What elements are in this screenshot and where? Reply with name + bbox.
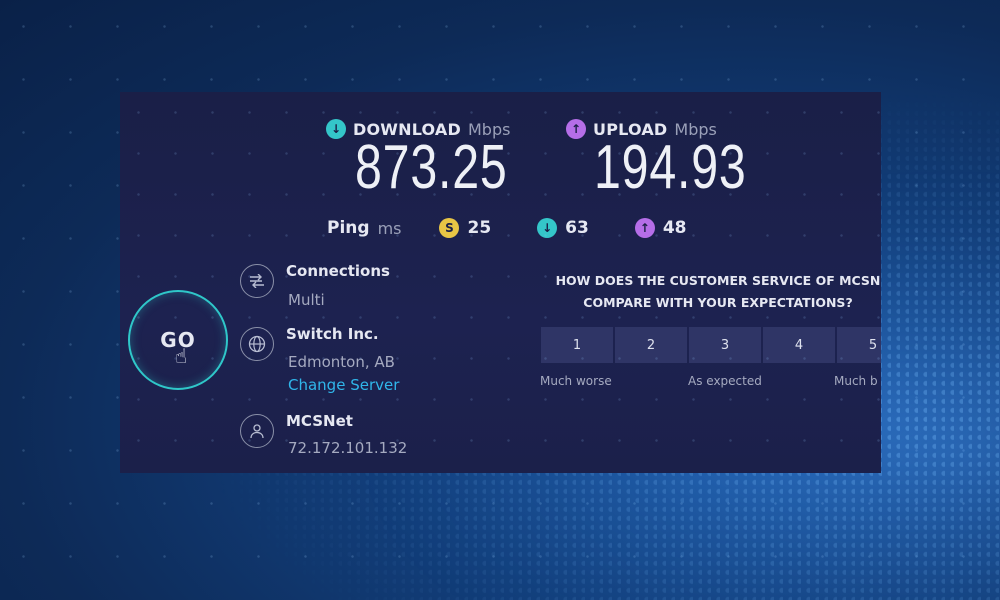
user-icon [240, 414, 274, 448]
change-server-link[interactable]: Change Server [288, 376, 399, 394]
ping-row: Ping ms S 25 ↓ 63 ↑ 48 [327, 218, 687, 238]
ping-unit: ms [377, 218, 402, 238]
ping-download-value: 63 [565, 218, 589, 238]
survey-option-4[interactable]: 4 [763, 327, 835, 363]
survey-question-line2: COMPARE WITH YOUR EXPECTATIONS? [583, 295, 853, 310]
survey-option-1[interactable]: 1 [541, 327, 613, 363]
survey-option-5[interactable]: 5 [837, 327, 881, 363]
download-value: 873.25 [355, 133, 508, 202]
speedtest-panel: ↓ DOWNLOAD Mbps 873.25 ↑ UPLOAD Mbps 194… [120, 92, 881, 473]
survey-low-label: Much worse [540, 374, 612, 388]
download-arrow-icon: ↓ [326, 119, 346, 139]
ping-idle-value: 25 [467, 218, 492, 238]
ping-idle-icon: S [439, 218, 460, 238]
ping-upload: ↑ 48 [634, 218, 687, 238]
connections-value: Multi [288, 291, 325, 309]
survey-scale: 1 2 3 4 5 [541, 327, 881, 363]
upload-arrow-icon: ↑ [566, 119, 586, 139]
go-button[interactable]: GO ☝ [128, 290, 228, 390]
survey-option-3[interactable]: 3 [689, 327, 761, 363]
ping-idle: S 25 [439, 218, 491, 238]
server-title: Switch Inc. [286, 325, 379, 343]
connections-title: Connections [286, 262, 390, 280]
survey-option-2[interactable]: 2 [615, 327, 687, 363]
upload-value: 194.93 [594, 133, 747, 202]
ping-download: ↓ 63 [537, 218, 589, 238]
ping-download-icon: ↓ [537, 218, 558, 238]
survey-question-line1: HOW DOES THE CUSTOMER SERVICE OF MCSN [555, 273, 881, 288]
ping-upload-value: 48 [662, 218, 687, 238]
survey-high-label: Much b [834, 374, 878, 388]
survey-mid-label: As expected [688, 374, 762, 388]
connections-icon [240, 264, 274, 298]
ping-label: Ping [327, 218, 370, 238]
provider-title: MCSNet [286, 412, 353, 430]
provider-ip: 72.172.101.132 [288, 439, 408, 457]
ping-upload-icon: ↑ [634, 218, 655, 238]
globe-icon [240, 327, 274, 361]
server-location: Edmonton, AB [288, 353, 395, 371]
hand-pointer-icon: ☝ [175, 344, 189, 368]
survey-question: HOW DOES THE CUSTOMER SERVICE OF MCSN CO… [538, 270, 881, 314]
